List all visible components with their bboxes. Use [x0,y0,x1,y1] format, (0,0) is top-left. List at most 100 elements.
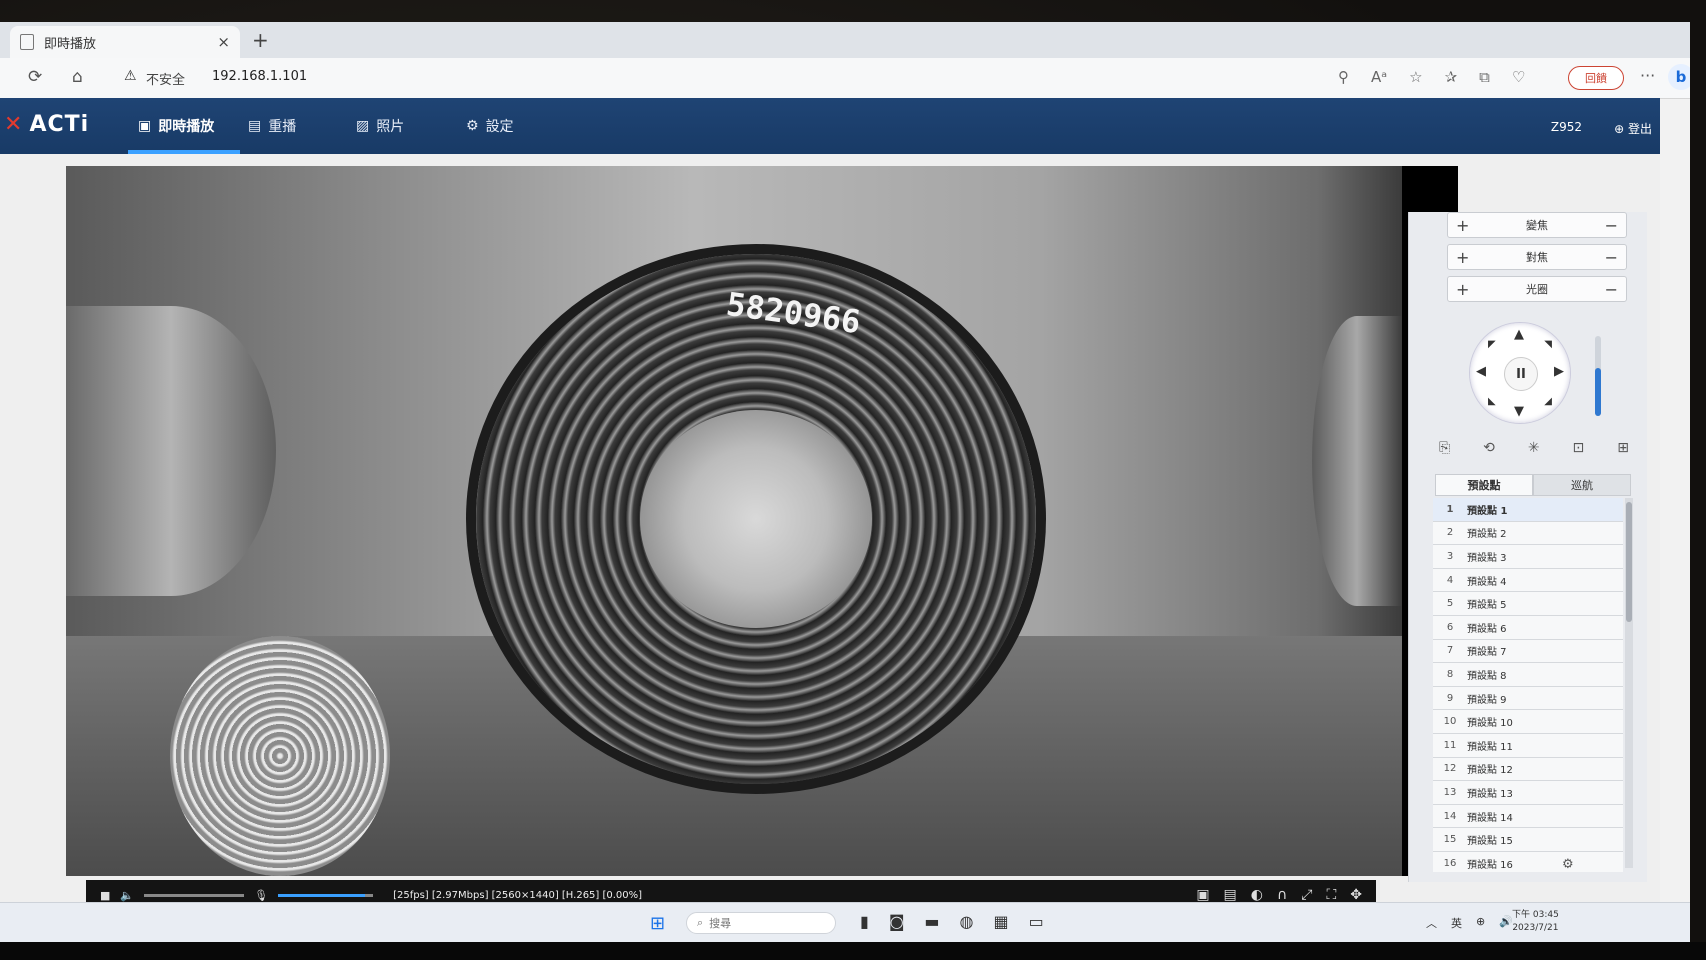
preset-item[interactable]: 5 預設點 5 [1433,592,1623,616]
preset-item[interactable]: 1 預設點 1 [1433,498,1623,522]
snapshot-icon[interactable]: ▣ [1196,887,1209,903]
extensions-icon[interactable]: ♡ [1512,68,1525,86]
preset-item[interactable]: 12 預設點 12 [1433,757,1623,782]
volume-slider[interactable] [144,893,245,897]
task-view-icon[interactable]: ▮ [860,912,869,931]
speaker-icon[interactable]: 🔈 [120,889,134,902]
key-icon[interactable]: ⚲ [1338,68,1349,86]
up-right-arrow-icon[interactable]: ◥ [1544,339,1552,350]
iris-close-button[interactable]: − [1605,280,1618,299]
mic-slider[interactable] [278,893,374,897]
fit-screen-icon[interactable]: ⤢ [1301,887,1312,903]
feedback-button[interactable]: 回饋 [1568,66,1624,90]
microphone-icon[interactable]: 🎙 [254,889,268,902]
security-warning[interactable]: 不安全 [146,69,185,88]
tab-presets[interactable]: 預設點 [1435,474,1533,496]
iris-open-button[interactable]: + [1456,280,1469,299]
down-right-arrow-icon[interactable]: ◢ [1544,396,1552,407]
preset-item[interactable]: 2 預設點 2 [1433,521,1623,546]
monitor-bottom [0,942,1706,960]
favorite-star-icon[interactable]: ☆ [1409,68,1422,86]
down-arrow-icon[interactable]: ▼ [1514,404,1524,419]
headset-icon[interactable]: ∩ [1277,887,1287,903]
bing-icon[interactable]: b [1668,64,1690,90]
chevron-up-icon[interactable]: ︿ [1426,915,1437,931]
preset-name: 預設點 7 [1467,647,1507,659]
pause-button[interactable]: II [1504,357,1538,391]
zoom-in-button[interactable]: + [1456,216,1469,235]
preset-scrollbar[interactable] [1625,498,1633,868]
nav-snapshots[interactable]: ▨ 照片 [356,116,404,136]
url-field[interactable]: 192.168.1.101 [212,69,307,84]
windows-start-icon[interactable]: ⊞ [650,913,665,934]
home-icon[interactable]: ⌂ [72,67,83,87]
nav-playback[interactable]: ▤ 重播 [248,116,296,136]
focus-icon[interactable]: ⊡ [1573,440,1585,466]
right-arrow-icon[interactable]: ▶ [1554,364,1564,379]
talk-icon[interactable]: ◐ [1251,887,1263,903]
collections-icon[interactable]: ⧉ [1479,68,1490,86]
area-icon[interactable]: ⊞ [1617,440,1629,466]
taskbar-search[interactable]: ⌕ 搜尋 [686,912,836,934]
wiper-icon[interactable]: ✳ [1528,440,1540,466]
store-icon[interactable]: ▦ [993,912,1008,931]
preset-save-icon[interactable]: ⎘ [1439,440,1450,466]
preset-item[interactable]: 9 預設點 9 [1433,686,1623,711]
more-menu-button[interactable]: ··· [1640,66,1655,85]
refresh-icon[interactable]: ⟳ [28,67,42,87]
preset-name: 預設點 1 [1467,505,1508,517]
taskbar-clock[interactable]: 下午 03:45 2023/7/21 [1512,909,1559,935]
preset-item[interactable]: 15 預設點 15 [1433,828,1623,852]
preset-item[interactable]: 7 預設點 7 [1433,639,1623,664]
preset-item[interactable]: 6 預設點 6 [1433,615,1623,640]
input-language[interactable]: 英 [1451,915,1462,931]
tab-close-button[interactable]: × [217,33,230,51]
steel-coil: 5820966 [476,254,1036,784]
live-video[interactable]: 5820966 [66,166,1458,876]
preset-item[interactable]: 10 預設點 10 [1433,710,1623,734]
logout-button[interactable]: ⊕ 登出 [1614,120,1652,137]
preset-name: 預設點 11 [1467,741,1513,753]
preset-item[interactable]: 11 預設點 11 [1433,733,1623,758]
volume-icon[interactable]: 🔊 [1499,915,1513,931]
zoom-out-button[interactable]: − [1605,216,1618,235]
read-aloud-icon[interactable]: Aᵃ [1371,68,1387,86]
record-icon[interactable]: ▤ [1224,887,1237,903]
preset-item[interactable]: 14 預設點 14 [1433,804,1623,829]
favorites-icon[interactable]: ✰ [1445,68,1458,86]
focus-near-button[interactable]: + [1456,248,1469,267]
coil-number: 5820966 [724,284,863,342]
edge-icon[interactable]: ◍ [959,912,973,931]
ptz-speed-slider[interactable] [1595,336,1601,416]
ptz-joystick[interactable]: ▲ ▼ ◀ ▶ ◤ ◥ ◣ ◢ II [1469,322,1571,424]
preset-number: 3 [1446,550,1454,562]
preset-item[interactable]: 4 預設點 4 [1433,568,1623,593]
chat-icon[interactable]: ◙ [889,912,905,931]
file-explorer-icon[interactable]: ▬ [924,912,939,931]
nav-settings[interactable]: ⚙ 設定 [466,116,514,136]
up-arrow-icon[interactable]: ▲ [1514,327,1524,342]
fullscreen-icon[interactable]: ⛶ [1326,887,1336,903]
nav-live-view[interactable]: ▣ 即時播放 [138,116,214,136]
warning-icon[interactable]: ⚠ [124,68,137,84]
refresh-icon[interactable]: ⟲ [1483,440,1495,466]
browser-tab[interactable]: 即時播放 × [10,26,240,58]
tab-tour[interactable]: 巡航 [1533,474,1631,496]
left-arrow-icon[interactable]: ◀ [1476,364,1486,379]
ptz-control-icon[interactable]: ✥ [1350,887,1362,903]
preset-item[interactable]: 3 預設點 3 [1433,545,1623,569]
network-icon[interactable]: ⊕ [1476,915,1485,931]
stop-icon[interactable]: ■ [100,889,110,902]
preset-number: 10 [1443,716,1457,728]
preset-item[interactable]: 16 預設點 16 [1433,851,1623,872]
new-tab-button[interactable]: + [252,28,269,52]
focus-far-button[interactable]: − [1605,248,1618,267]
terminal-icon[interactable]: ▭ [1029,912,1044,931]
windows-taskbar: ⊞ ⌕ 搜尋 ▮ ◙ ▬ ◍ ▦ ▭ ︿ 英 ⊕ 🔊 下午 03:45 2023… [0,902,1690,942]
down-left-arrow-icon[interactable]: ◣ [1488,396,1496,407]
up-left-arrow-icon[interactable]: ◤ [1488,339,1496,350]
preset-list: 1 預設點 1 2 預設點 2 3 預設點 3 4 預設點 4 5 預設點 5 6 預設點 6 7 預設點… [1433,498,1623,872]
panel-settings-icon[interactable]: ⚙ [1562,857,1574,872]
preset-item[interactable]: 8 預設點 8 [1433,663,1623,687]
preset-item[interactable]: 13 預設點 13 [1433,781,1623,805]
